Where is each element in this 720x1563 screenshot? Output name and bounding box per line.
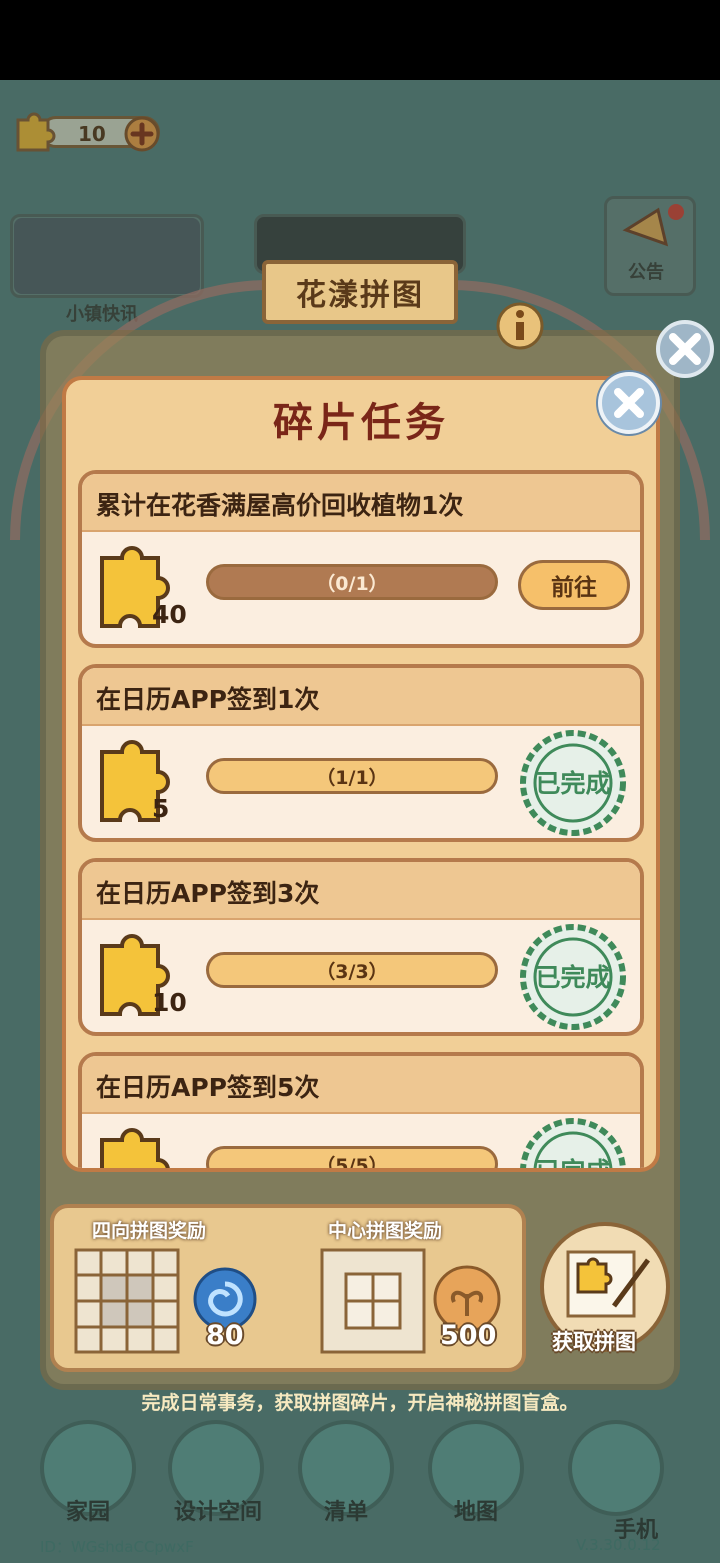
- stamp-text: 已完成: [535, 963, 610, 992]
- completed-stamp-icon: 已完成: [520, 1118, 626, 1170]
- nav-design-label: 设计空间: [173, 1500, 262, 1525]
- task-progress-bar: （0/1）: [206, 564, 498, 600]
- modal-title: 碎片任务: [273, 400, 449, 446]
- task-item: 在日历APP签到5次 （5/5） 已完成: [78, 1052, 644, 1170]
- task-reward: 5: [152, 794, 170, 823]
- close-icon: [614, 388, 644, 418]
- task-progress-bar: （1/1）: [206, 758, 498, 794]
- task-progress-bar: （3/3）: [206, 952, 498, 988]
- task-title: 在日历APP签到5次: [96, 1073, 320, 1102]
- fragment-task-modal: 碎片任务 累计在花香满屋高价回收植物1次 40 （0/1） 前往 在日历APP签…: [62, 376, 660, 1172]
- task-item: 在日历APP签到1次 5 （1/1） 已完成: [78, 664, 644, 842]
- completed-stamp-icon: 已完成: [520, 730, 626, 836]
- puzzle-title-banner: 花漾拼图: [262, 260, 458, 324]
- task-progress-text: （5/5）: [316, 1154, 388, 1170]
- puzzle-piece-icon: [100, 740, 170, 822]
- puzzle-piece-icon: [100, 1128, 170, 1168]
- stamp-text: 已完成: [535, 1157, 610, 1170]
- task-title: 在日历APP签到1次: [96, 685, 320, 714]
- task-progress-text: （3/3）: [316, 960, 388, 983]
- task-progress-bar: （5/5）: [206, 1146, 498, 1170]
- nav-phone-button[interactable]: [568, 1420, 664, 1516]
- hint-text: 完成日常事务，获取拼图碎片，开启神秘拼图盲盒。: [141, 1392, 579, 1414]
- four-direction-reward-label: 四向拼图奖励: [92, 1220, 207, 1242]
- task-title: 累计在花香满屋高价回收植物1次: [96, 491, 464, 520]
- task-reward: 10: [152, 988, 187, 1017]
- go-button[interactable]: 前往: [518, 560, 630, 610]
- info-icon[interactable]: [494, 300, 546, 352]
- puzzle-title: 花漾拼图: [296, 278, 424, 313]
- get-puzzle-label: 获取拼图: [552, 1330, 636, 1354]
- close-board-icon[interactable]: [654, 318, 716, 380]
- task-list[interactable]: 累计在花香满屋高价回收植物1次 40 （0/1） 前往 在日历APP签到1次 5…: [78, 470, 644, 1170]
- task-item: 在日历APP签到3次 10 （3/3） 已完成: [78, 858, 644, 1036]
- task-progress-text: （0/1）: [316, 572, 388, 595]
- task-progress-text: （1/1）: [316, 766, 388, 789]
- nav-home-label: 家园: [65, 1500, 110, 1525]
- task-title: 在日历APP签到3次: [96, 879, 320, 908]
- nav-list-label: 清单: [323, 1500, 368, 1525]
- version-text: V.3.30.0.12: [576, 1536, 661, 1554]
- player-id: ID：WGshdaCCpwxF: [40, 1538, 194, 1556]
- task-reward: 40: [152, 600, 187, 629]
- four-direction-reward-amount: 80: [206, 1320, 244, 1351]
- center-reward-amount: 500: [440, 1320, 497, 1351]
- center-reward-label: 中心拼图奖励: [328, 1220, 443, 1242]
- center-grid-icon: [320, 1248, 426, 1354]
- stamp-text: 已完成: [535, 769, 610, 798]
- completed-stamp-icon: 已完成: [520, 924, 626, 1030]
- nav-map-label: 地图: [453, 1500, 498, 1525]
- four-direction-grid-icon: [74, 1248, 180, 1354]
- close-modal-button[interactable]: [598, 372, 660, 434]
- task-item: 累计在花香满屋高价回收植物1次 40 （0/1） 前往: [78, 470, 644, 648]
